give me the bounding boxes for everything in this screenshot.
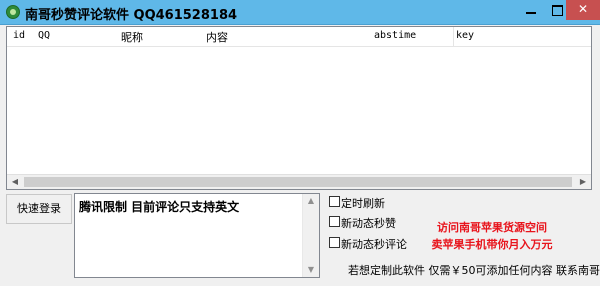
column-divider[interactable] bbox=[453, 27, 454, 46]
scroll-down-icon[interactable]: ▼ bbox=[303, 263, 319, 277]
checkbox[interactable] bbox=[329, 196, 340, 207]
column-header-id[interactable]: id bbox=[13, 30, 25, 41]
minimize-button[interactable] bbox=[517, 0, 545, 20]
column-header-abstime[interactable]: abstime bbox=[374, 30, 416, 41]
close-button[interactable]: ✕ bbox=[566, 0, 600, 20]
close-icon: ✕ bbox=[577, 2, 589, 16]
title-bar: 南哥秒赞评论软件 QQ461528184 ✕ bbox=[0, 0, 600, 25]
maximize-icon bbox=[552, 5, 563, 16]
promo-link-1[interactable]: 访问南哥苹果货源空间 bbox=[422, 219, 562, 235]
checkbox[interactable] bbox=[329, 237, 340, 248]
footer-contact-text: 若想定制此软件 仅需￥50可添加任何内容 联系南哥 bbox=[348, 264, 600, 277]
option-label: 新动态秒评论 bbox=[341, 238, 407, 251]
list-header: id QQ 昵称 内容 abstime key bbox=[7, 27, 591, 47]
comment-list[interactable]: id QQ 昵称 内容 abstime key ◀ ▶ bbox=[6, 26, 592, 190]
minimize-icon bbox=[526, 12, 536, 14]
window-title: 南哥秒赞评论软件 QQ461528184 bbox=[25, 8, 238, 23]
column-header-key[interactable]: key bbox=[456, 30, 474, 41]
note-text: 腾讯限制 目前评论只支持英文 bbox=[79, 200, 240, 214]
quick-login-button[interactable]: 快速登录 bbox=[6, 194, 72, 224]
comment-textarea[interactable]: 腾讯限制 目前评论只支持英文 ▲ ▼ bbox=[74, 193, 320, 278]
promo-link-2[interactable]: 卖苹果手机带你月入万元 bbox=[422, 236, 562, 252]
scroll-left-icon[interactable]: ◀ bbox=[7, 175, 23, 189]
scroll-thumb[interactable] bbox=[24, 177, 572, 187]
column-header-qq[interactable]: QQ bbox=[38, 30, 50, 41]
option-label: 新动态秒赞 bbox=[341, 217, 396, 230]
scroll-up-icon[interactable]: ▲ bbox=[303, 194, 319, 208]
column-header-nickname[interactable]: 昵称 bbox=[121, 29, 143, 45]
option-label: 定时刷新 bbox=[341, 197, 385, 210]
vertical-scrollbar[interactable]: ▲ ▼ bbox=[302, 194, 319, 277]
app-logo-icon bbox=[6, 5, 20, 19]
horizontal-scrollbar[interactable]: ◀ ▶ bbox=[7, 174, 591, 189]
scroll-right-icon[interactable]: ▶ bbox=[575, 175, 591, 189]
column-header-content[interactable]: 内容 bbox=[206, 29, 228, 45]
checkbox[interactable] bbox=[329, 216, 340, 227]
